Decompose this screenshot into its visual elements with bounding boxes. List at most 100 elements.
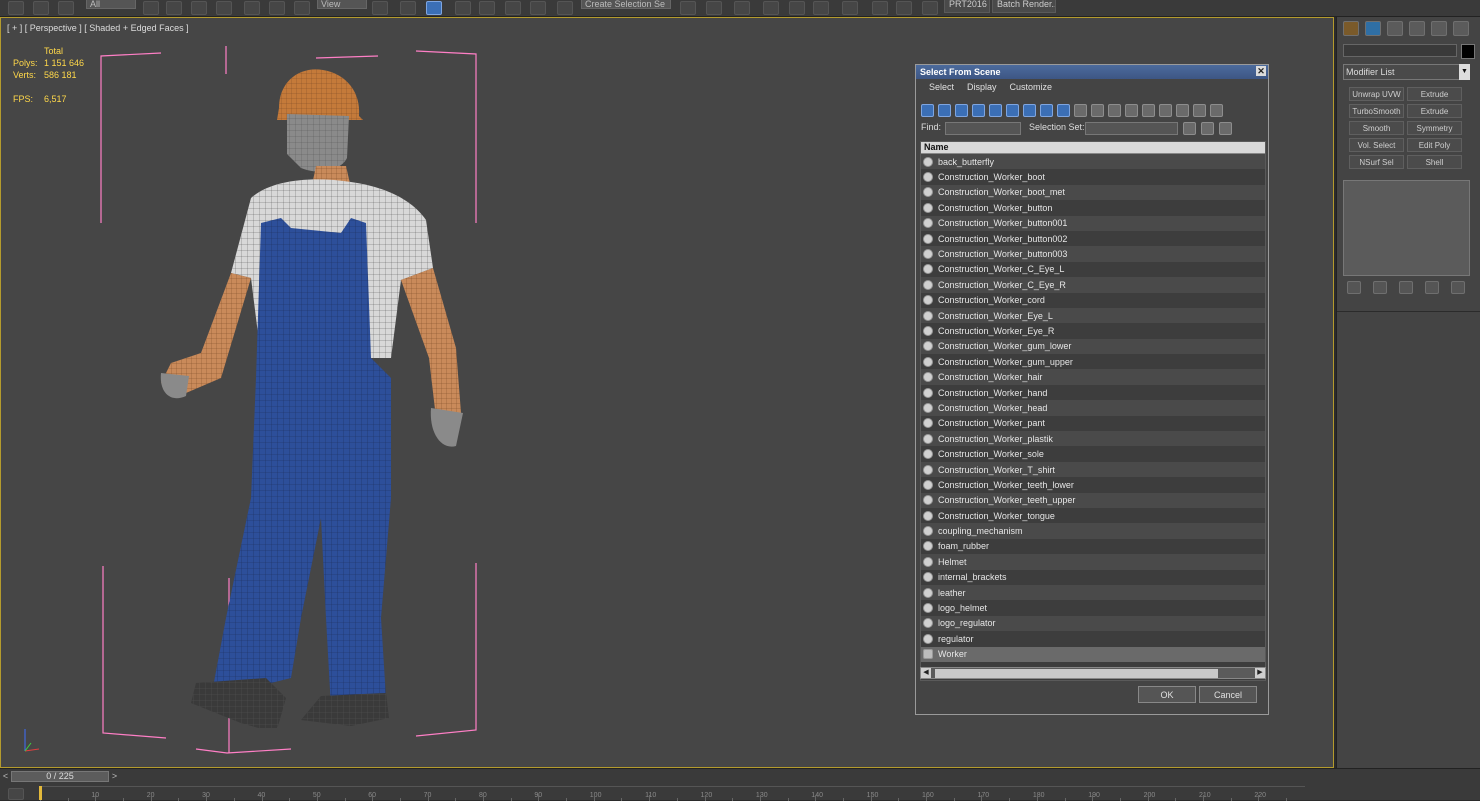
menu-customize[interactable]: Customize [1010,79,1053,95]
unwrap-uvw-button[interactable]: Unwrap UVW [1349,87,1404,101]
list-item[interactable]: Construction_Worker_button003 [921,246,1265,262]
spinner-snap-icon[interactable] [530,1,546,15]
list-item[interactable]: Construction_Worker_gum_lower [921,338,1265,355]
chevron-down-icon[interactable]: ▼ [1459,64,1470,80]
menu-select[interactable]: Select [929,79,954,95]
name-column-header[interactable]: Name [921,142,1265,154]
list-item[interactable]: Construction_Worker_C_Eye_R [921,277,1265,293]
render-icon[interactable] [922,1,938,15]
list-item[interactable]: Construction_Worker_Eye_R [921,323,1265,338]
select-all-icon[interactable] [1142,103,1155,117]
angle-snap-icon[interactable] [479,1,495,15]
scrollbar-thumb[interactable] [935,669,1218,678]
scroll-left-icon[interactable]: ◀ [921,668,931,678]
batch-render-button[interactable]: Batch Render... [992,0,1056,13]
material-editor-icon[interactable] [872,1,888,15]
show-end-result-icon[interactable] [1373,281,1387,294]
modifier-list-dropdown[interactable]: Modifier List [1343,64,1469,80]
render-setup-icon[interactable] [896,1,912,15]
prev-frame-icon[interactable]: < [1,771,10,782]
rectangle-selection-icon[interactable] [191,1,207,15]
display-xrefs-icon[interactable] [1040,103,1053,117]
scale-icon[interactable] [294,1,310,15]
list-item[interactable]: regulator [921,631,1265,646]
turbosmooth-button[interactable]: TurboSmooth [1349,104,1404,118]
create-tab-icon[interactable] [1343,21,1359,36]
scroll-right-icon[interactable]: ▶ [1255,668,1265,678]
snaps-toggle-icon[interactable] [455,1,471,15]
display-hidden-icon[interactable] [1108,103,1121,117]
pin-stack-icon[interactable] [1347,281,1361,294]
next-frame-icon[interactable]: > [110,771,119,782]
list-item[interactable]: Helmet [921,554,1265,570]
selection-set-remove-icon[interactable] [1201,122,1214,135]
list-item[interactable]: Construction_Worker_T_shirt [921,461,1265,478]
nsurf-sel-button[interactable]: NSurf Sel [1349,155,1404,169]
cancel-button[interactable]: Cancel [1199,686,1257,703]
sort-icon[interactable] [1210,103,1223,117]
list-item[interactable]: Construction_Worker_cord [921,293,1265,308]
display-bones-icon[interactable] [1057,103,1070,117]
rotate-icon[interactable] [269,1,285,15]
ribbon-icon[interactable] [789,1,805,15]
ok-button[interactable]: OK [1138,686,1196,703]
modifier-stack[interactable] [1343,180,1470,276]
list-item[interactable]: Construction_Worker_boot [921,169,1265,184]
list-item[interactable]: logo_helmet [921,600,1265,615]
select-manipulate-icon[interactable] [400,1,416,15]
current-frame-marker[interactable] [39,786,42,800]
list-item[interactable]: Construction_Worker_boot_met [921,184,1265,201]
find-input[interactable] [945,122,1021,135]
filter-icon[interactable] [1193,103,1206,117]
window-crossing-icon[interactable] [216,1,232,15]
smooth-button[interactable]: Smooth [1349,121,1404,135]
reference-coordinate-dropdown[interactable]: View [317,0,367,9]
list-item[interactable]: Construction_Worker_hand [921,385,1265,400]
unlink-icon[interactable] [33,1,49,15]
list-item[interactable]: Construction_Worker_C_Eye_L [921,262,1265,277]
list-item[interactable]: Construction_Worker_teeth_upper [921,492,1265,508]
layer-explorer-icon[interactable] [763,1,779,15]
pivot-center-icon[interactable] [372,1,388,15]
symmetry-button[interactable]: Symmetry [1407,121,1462,135]
prt2016-button[interactable]: PRT2016 [944,0,990,13]
motion-tab-icon[interactable] [1409,21,1425,36]
display-geometry-icon[interactable] [921,103,934,117]
list-item[interactable]: Construction_Worker_plastik [921,431,1265,447]
edit-poly-button[interactable]: Edit Poly [1407,138,1462,152]
curve-editor-icon[interactable] [813,1,829,15]
remove-modifier-icon[interactable] [1425,281,1439,294]
mirror-icon[interactable] [680,1,696,15]
schematic-view-icon[interactable] [842,1,858,15]
display-frozen-icon[interactable] [1091,103,1104,117]
display-shapes-icon[interactable] [938,103,951,117]
list-item[interactable]: Construction_Worker_gum_upper [921,354,1265,369]
list-item[interactable]: Construction_Worker_head [921,400,1265,416]
modify-tab-icon[interactable] [1365,21,1381,36]
display-tab-icon[interactable] [1431,21,1447,36]
track-bar-icon[interactable] [8,788,24,800]
object-color-swatch[interactable] [1461,44,1475,59]
shell-button[interactable]: Shell [1407,155,1462,169]
select-by-name-icon[interactable] [166,1,182,15]
hierarchy-tab-icon[interactable] [1387,21,1403,36]
list-item[interactable]: coupling_mechanism [921,523,1265,539]
horizontal-scrollbar[interactable]: ◀ ▶ [920,667,1266,679]
display-all-icon[interactable] [1125,103,1138,117]
select-object-icon[interactable] [143,1,159,15]
keyboard-shortcut-override-icon[interactable] [426,1,442,15]
object-name-field[interactable] [1343,44,1457,57]
bind-space-warp-icon[interactable] [58,1,74,15]
list-item[interactable]: Construction_Worker_Eye_L [921,307,1265,324]
configure-modifier-sets-icon[interactable] [1451,281,1465,294]
select-invert-icon[interactable] [1176,103,1189,117]
list-item[interactable]: Construction_Worker_button001 [921,215,1265,231]
frame-ruler[interactable]: 1020304050607080901001101201301401501601… [40,786,1305,801]
display-lights-icon[interactable] [955,103,968,117]
list-item[interactable]: Construction_Worker_sole [921,446,1265,461]
list-item[interactable]: Construction_Worker_button002 [921,231,1265,246]
select-link-icon[interactable] [8,1,24,15]
list-item[interactable]: logo_regulator [921,615,1265,632]
percent-snap-icon[interactable] [505,1,521,15]
construction-worker-model[interactable] [151,58,481,728]
